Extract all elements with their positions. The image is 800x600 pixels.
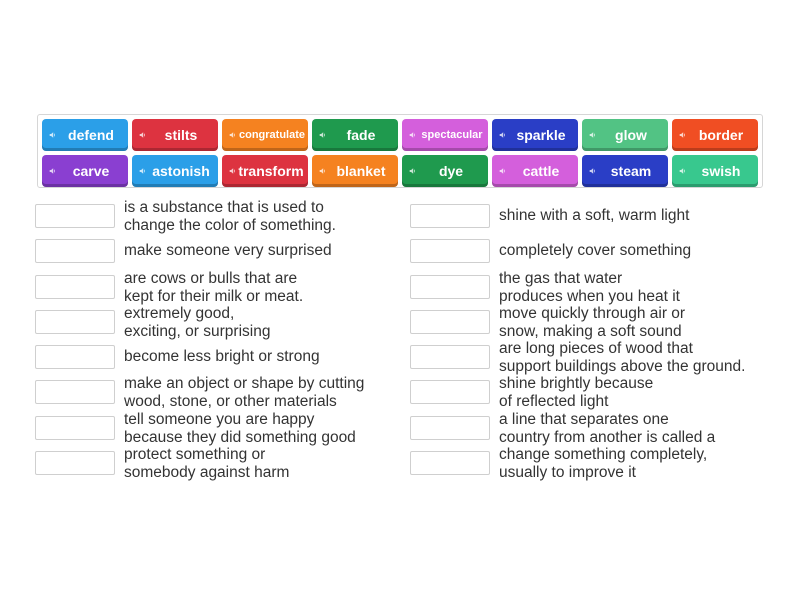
word-tile-cattle[interactable]: cattle bbox=[492, 155, 578, 187]
word-tile-glow[interactable]: glow bbox=[582, 119, 668, 151]
speaker-icon[interactable] bbox=[499, 132, 506, 139]
right_clues-clue-4: move quickly through air or snow, making… bbox=[499, 305, 686, 340]
right_clues-clue-3: the gas that water produces when you hea… bbox=[499, 270, 680, 305]
speaker-icon[interactable] bbox=[679, 132, 686, 139]
word-tile-label: congratulate bbox=[238, 129, 305, 141]
left_clues-answer-slot-6[interactable] bbox=[35, 380, 115, 404]
left_clues-answer-slot-8[interactable] bbox=[35, 451, 115, 475]
word-tile-blanket[interactable]: blanket bbox=[312, 155, 398, 187]
speaker-icon[interactable] bbox=[229, 168, 236, 175]
right_clues-answer-slot-2[interactable] bbox=[410, 239, 490, 263]
speaker-icon[interactable] bbox=[229, 132, 236, 139]
word-tile-sparkle[interactable]: sparkle bbox=[492, 119, 578, 151]
speaker-icon[interactable] bbox=[49, 168, 56, 175]
speaker-icon[interactable] bbox=[49, 132, 56, 139]
word-tile-astonish[interactable]: astonish bbox=[132, 155, 218, 187]
left_clues-answer-slot-2[interactable] bbox=[35, 239, 115, 263]
word-tile-label: carve bbox=[72, 163, 110, 179]
left_clues-answer-slot-5[interactable] bbox=[35, 345, 115, 369]
word-tile-label: border bbox=[698, 127, 744, 143]
left_clues-clue-5: become less bright or strong bbox=[124, 348, 320, 365]
speaker-icon[interactable] bbox=[499, 168, 506, 175]
right_clues-clue-5: are long pieces of wood that support bui… bbox=[499, 340, 746, 375]
speaker-icon[interactable] bbox=[319, 132, 326, 139]
word-tile-label: stilts bbox=[164, 127, 198, 143]
word-tile-stilts[interactable]: stilts bbox=[132, 119, 218, 151]
word-tile-carve[interactable]: carve bbox=[42, 155, 128, 187]
right_clues-answer-slot-3[interactable] bbox=[410, 275, 490, 299]
word-tile-label: fade bbox=[346, 127, 376, 143]
word-tile-label: transform bbox=[238, 163, 304, 179]
word-tile-label: astonish bbox=[152, 163, 210, 179]
word-bank: defend stilts congratulate fade spectacular s… bbox=[37, 114, 763, 188]
speaker-icon[interactable] bbox=[589, 168, 596, 175]
right_clues-clue-7: a line that separates one country from a… bbox=[499, 411, 716, 446]
word-tile-swish[interactable]: swish bbox=[672, 155, 758, 187]
word-tile-defend[interactable]: defend bbox=[42, 119, 128, 151]
word-tile-border[interactable]: border bbox=[672, 119, 758, 151]
right_clues-clue-2: completely cover something bbox=[499, 242, 692, 259]
right_clues-answer-slot-7[interactable] bbox=[410, 416, 490, 440]
left_clues-clue-3: are cows or bulls that are kept for thei… bbox=[124, 270, 304, 305]
left_clues-clue-1: is a substance that is used to change th… bbox=[124, 199, 336, 234]
word-tile-label: dye bbox=[438, 163, 464, 179]
left_clues-clue-7: tell someone you are happy because they … bbox=[124, 411, 356, 446]
left_clues-answer-slot-4[interactable] bbox=[35, 310, 115, 334]
speaker-icon[interactable] bbox=[679, 168, 686, 175]
right_clues-answer-slot-6[interactable] bbox=[410, 380, 490, 404]
word-tile-label: spectacular bbox=[421, 129, 483, 141]
word-tile-transform[interactable]: transform bbox=[222, 155, 308, 187]
right_clues-clue-6: shine brightly because of reflected ligh… bbox=[499, 375, 654, 410]
word-tile-spectacular[interactable]: spectacular bbox=[402, 119, 488, 151]
word-tile-label: glow bbox=[615, 127, 647, 143]
speaker-icon[interactable] bbox=[319, 168, 326, 175]
word-tile-label: swish bbox=[701, 163, 741, 179]
left_clues-answer-slot-3[interactable] bbox=[35, 275, 115, 299]
right_clues-answer-slot-5[interactable] bbox=[410, 345, 490, 369]
right_clues-clue-1: shine with a soft, warm light bbox=[499, 207, 690, 224]
speaker-icon[interactable] bbox=[589, 132, 596, 139]
word-tiles: defend stilts congratulate fade spectacular s… bbox=[42, 119, 758, 187]
word-tile-label: blanket bbox=[336, 163, 386, 179]
left_clues-clue-4: extremely good, exciting, or surprising bbox=[124, 305, 271, 340]
left_clues-clue-2: make someone very surprised bbox=[124, 242, 332, 259]
speaker-icon[interactable] bbox=[139, 168, 146, 175]
left_clues-answer-slot-7[interactable] bbox=[35, 416, 115, 440]
word-tile-fade[interactable]: fade bbox=[312, 119, 398, 151]
right_clues-answer-slot-4[interactable] bbox=[410, 310, 490, 334]
right_clues-answer-slot-1[interactable] bbox=[410, 204, 490, 228]
speaker-icon[interactable] bbox=[409, 168, 416, 175]
word-tile-label: sparkle bbox=[516, 127, 566, 143]
word-tile-label: defend bbox=[68, 127, 114, 143]
word-tile-steam[interactable]: steam bbox=[582, 155, 668, 187]
word-tile-congratulate[interactable]: congratulate bbox=[222, 119, 308, 151]
left_clues-clue-8: protect something or somebody against ha… bbox=[124, 446, 290, 481]
word-tile-dye[interactable]: dye bbox=[402, 155, 488, 187]
right_clues-clue-8: change something completely, usually to … bbox=[499, 446, 708, 481]
speaker-icon[interactable] bbox=[409, 132, 416, 139]
left_clues-answer-slot-1[interactable] bbox=[35, 204, 115, 228]
right_clues-answer-slot-8[interactable] bbox=[410, 451, 490, 475]
word-tile-label: cattle bbox=[522, 163, 560, 179]
word-tile-label: steam bbox=[610, 163, 652, 179]
speaker-icon[interactable] bbox=[139, 132, 146, 139]
left_clues-clue-6: make an object or shape by cutting wood,… bbox=[124, 375, 365, 410]
